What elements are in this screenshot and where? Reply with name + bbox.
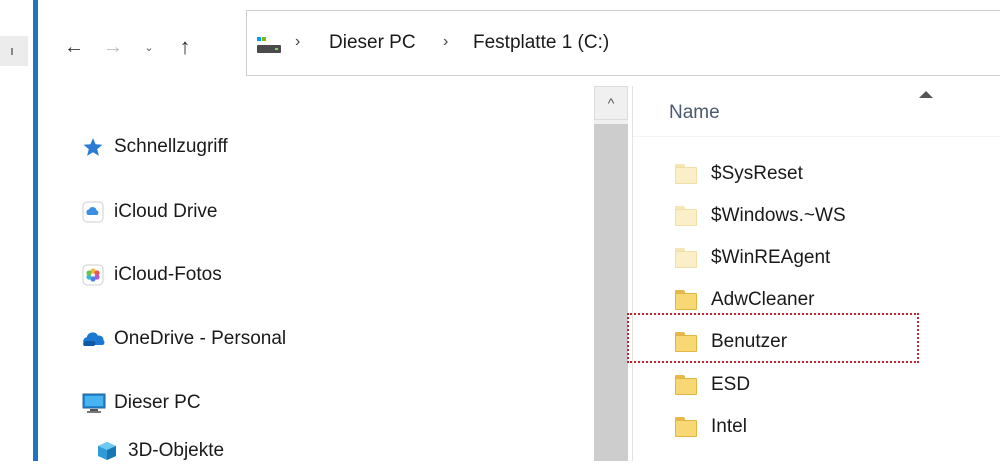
grip-handle [11, 48, 13, 55]
file-name: Intel [711, 416, 747, 437]
cube-icon [96, 440, 118, 462]
scrollbar-thumb[interactable] [594, 124, 628, 461]
star-icon [82, 136, 104, 158]
sort-ascending-icon [919, 91, 933, 98]
folder-icon [675, 248, 697, 268]
forward-button[interactable]: → [98, 32, 128, 62]
nav-item-onedrive[interactable]: OneDrive - Personal [82, 324, 286, 354]
drive-icon [257, 37, 281, 53]
address-bar[interactable]: › Dieser PC › Festplatte 1 (C:) [246, 10, 1000, 76]
onedrive-icon [82, 328, 105, 350]
breadcrumb-dieser-pc[interactable]: Dieser PC [329, 32, 416, 54]
icloud-photos-icon [82, 264, 104, 286]
breadcrumb-separator[interactable]: › [295, 33, 300, 51]
nav-item-dieser-pc[interactable]: Dieser PC [82, 388, 201, 418]
chevron-down-icon: ⌄ [144, 41, 154, 54]
nav-item-3d-objekte[interactable]: 3D-Objekte [96, 436, 224, 466]
nav-item-label: iCloud-Fotos [114, 264, 222, 285]
list-item[interactable]: Intel [675, 410, 747, 444]
recent-locations-button[interactable]: ⌄ [140, 32, 158, 62]
list-item[interactable]: $Windows.~WS [675, 199, 846, 233]
nav-item-label: Schnellzugriff [114, 136, 228, 157]
arrow-right-icon: → [103, 35, 123, 58]
folder-icon [675, 375, 697, 395]
folder-icon [675, 290, 697, 310]
file-name: $WinREAgent [711, 247, 831, 268]
nav-pane-scrollbar[interactable]: ^ [594, 86, 628, 461]
column-header-name[interactable]: Name [669, 102, 720, 124]
nav-item-icloud-drive[interactable]: iCloud Drive [82, 197, 217, 227]
nav-item-schnellzugriff[interactable]: Schnellzugriff [82, 132, 228, 162]
folder-icon [675, 417, 697, 437]
nav-item-label: OneDrive - Personal [114, 328, 287, 349]
file-name: AdwCleaner [711, 289, 815, 310]
nav-item-label: iCloud Drive [114, 201, 218, 222]
navigation-pane: Schnellzugriff iCloud Drive iCloud-Fotos… [38, 86, 594, 461]
breadcrumb-separator[interactable]: › [443, 33, 448, 51]
arrow-up-icon: ↑ [179, 34, 191, 59]
file-name: $SysReset [711, 163, 803, 184]
scroll-up-button[interactable]: ^ [594, 86, 628, 120]
icloud-drive-icon [82, 201, 104, 223]
column-header-divider [633, 136, 1000, 137]
chevron-up-icon: ^ [607, 95, 615, 111]
list-item[interactable]: AdwCleaner [675, 283, 815, 317]
file-list: Name $SysReset $Windows.~WS $WinREAgent … [633, 86, 1000, 461]
focus-outline [627, 313, 919, 363]
folder-icon [675, 164, 697, 184]
breadcrumb-drive-c[interactable]: Festplatte 1 (C:) [473, 32, 609, 54]
list-item[interactable]: $SysReset [675, 157, 803, 191]
list-item[interactable]: $WinREAgent [675, 241, 830, 275]
file-name: ESD [711, 374, 751, 395]
up-button[interactable]: ↑ [168, 32, 202, 62]
nav-item-label: 3D-Objekte [128, 440, 225, 461]
monitor-icon [82, 392, 106, 414]
list-item[interactable]: ESD [675, 368, 750, 402]
left-strip [0, 36, 28, 66]
nav-item-label: Dieser PC [114, 392, 201, 413]
nav-item-icloud-fotos[interactable]: iCloud-Fotos [82, 260, 222, 290]
arrow-left-icon: ← [64, 35, 84, 58]
folder-icon [675, 206, 697, 226]
back-button[interactable]: ← [58, 32, 90, 62]
file-name: $Windows.~WS [711, 205, 846, 226]
